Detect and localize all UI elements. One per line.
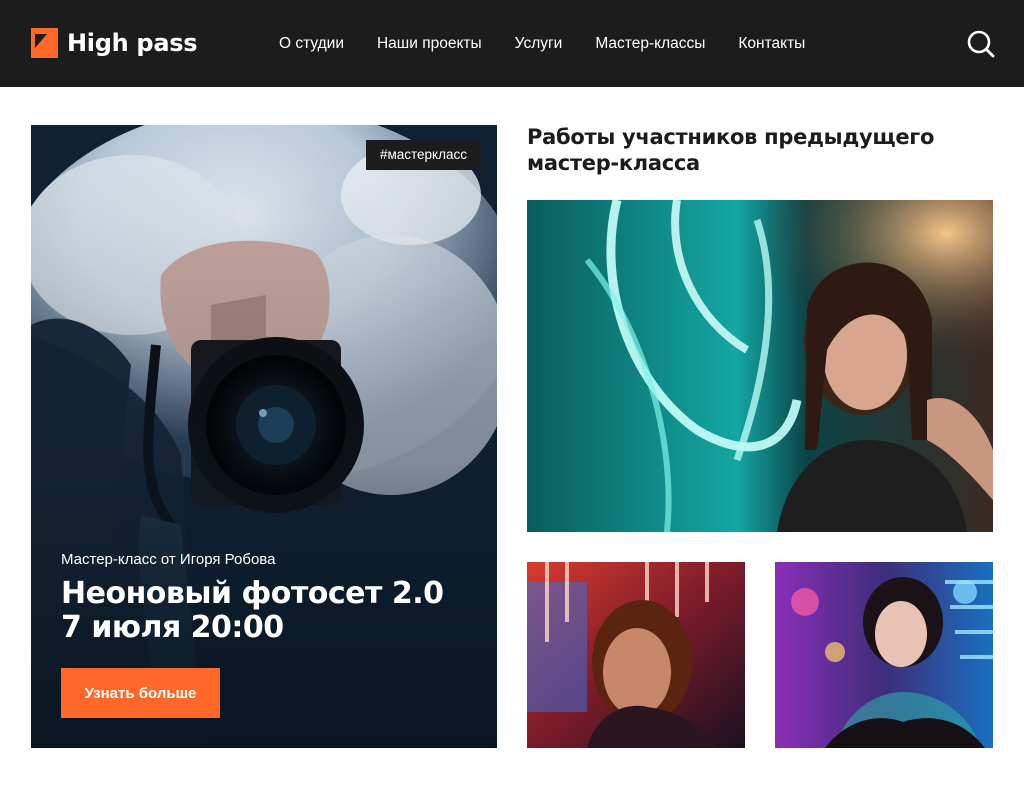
- works-title-line: Работы участников предыдущего: [527, 125, 935, 149]
- hero-title-line: Неоновый фотосет 2.0: [61, 576, 444, 611]
- nav-item-about[interactable]: О студии: [279, 33, 344, 55]
- logo-text: High pass: [67, 29, 198, 57]
- works-title-line: мастер-класса: [527, 151, 700, 175]
- learn-more-button[interactable]: Узнать больше: [61, 668, 220, 718]
- hero-title-date: 7 июля 20:00: [61, 610, 284, 645]
- search-icon[interactable]: [965, 28, 997, 60]
- hero-title: Неоновый фотосет 2.0 7 июля 20:00: [61, 577, 491, 645]
- hero-banner: #мастеркласс Мастер-класс от Игоря Робов…: [31, 125, 497, 748]
- logo[interactable]: High pass: [31, 28, 197, 58]
- works-section-title: Работы участников предыдущего мастер-кла…: [527, 124, 997, 176]
- nav-item-contacts[interactable]: Контакты: [738, 33, 805, 55]
- main-nav: О студии Наши проекты Услуги Мастер-клас…: [279, 33, 838, 55]
- site-header: High pass О студии Наши проекты Услуги М…: [0, 0, 1024, 87]
- nav-item-projects[interactable]: Наши проекты: [377, 33, 482, 55]
- nav-item-masterclasses[interactable]: Мастер-классы: [595, 33, 705, 55]
- hashtag-badge[interactable]: #мастеркласс: [365, 140, 481, 170]
- work-photo-small-2[interactable]: [775, 562, 993, 748]
- nav-item-services[interactable]: Услуги: [515, 33, 563, 55]
- logo-mark-icon: [31, 28, 58, 58]
- work-photo-small-1[interactable]: [527, 562, 745, 748]
- hero-subtitle: Мастер-класс от Игоря Робова: [61, 551, 276, 568]
- hero-photo: [31, 125, 497, 748]
- work-photo-large[interactable]: [527, 200, 993, 532]
